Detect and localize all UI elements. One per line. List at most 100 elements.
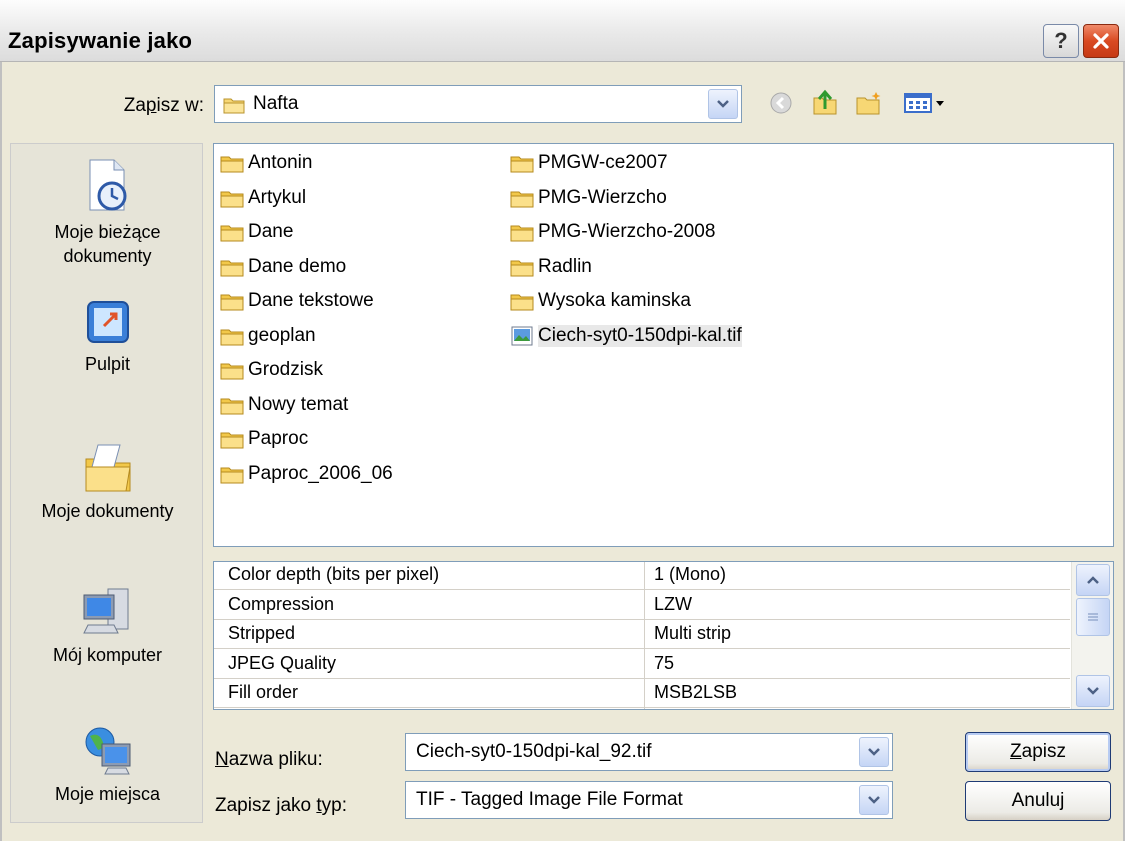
place-my-documents[interactable]: Moje dokumenty [11, 439, 204, 522]
desktop-icon [86, 301, 129, 343]
property-name: JPEG Quality [228, 652, 337, 673]
file-name-field[interactable]: Ciech-syt0-150dpi-kal_92.tif [405, 733, 893, 771]
chevron-down-icon [1087, 687, 1099, 695]
property-value: 75 [654, 652, 675, 673]
folder-icon [510, 294, 534, 311]
view-menu-button[interactable] [900, 86, 952, 120]
folder-item[interactable]: Artykul [220, 183, 306, 213]
folder-item[interactable]: Antonin [220, 148, 312, 178]
file-type-dropdown-arrow[interactable] [859, 785, 889, 815]
close-icon [1093, 33, 1109, 49]
folder-icon [220, 363, 244, 380]
up-folder-button[interactable] [808, 86, 842, 120]
folder-item[interactable]: Radlin [510, 252, 592, 282]
file-list[interactable]: Antonin Artykul Dane Dane demo Dane tekstowe… [213, 143, 1114, 547]
up-folder-icon [813, 89, 837, 115]
folder-icon [220, 398, 244, 414]
close-button[interactable] [1083, 24, 1119, 58]
my-documents-icon [85, 444, 131, 492]
properties-table: Color depth (bits per pixel) 1 (Mono) Comp… [213, 561, 1114, 710]
folder-icon [220, 260, 244, 276]
property-row: Stripped Multi strip [214, 621, 1070, 649]
back-button[interactable] [764, 86, 798, 120]
property-name: Stripped [228, 623, 296, 643]
scroll-down-button[interactable] [1076, 675, 1110, 707]
new-folder-button[interactable] [852, 86, 886, 120]
help-icon: ? [1054, 28, 1068, 53]
file-name-value: Ciech-syt0-150dpi-kal_92.tif [416, 741, 652, 762]
folder-item[interactable]: Paproc_2006_06 [220, 459, 393, 489]
help-button[interactable]: ? [1043, 24, 1079, 58]
property-value: LZW [654, 593, 692, 614]
property-value: MSB2LSB [654, 682, 738, 702]
folder-icon [220, 467, 244, 483]
folder-item[interactable]: PMGW-ce2007 [510, 148, 668, 178]
folder-item[interactable]: PMG-Wierzcho-2008 [510, 217, 715, 247]
folder-item[interactable]: Wysoka kaminska [510, 286, 691, 316]
item-name: PMG-Wierzcho-2008 [538, 221, 716, 242]
save-in-value: Nafta [253, 93, 299, 114]
folder-item[interactable]: Grodzisk [220, 355, 323, 385]
folder-icon [510, 191, 534, 207]
folder-icon [510, 156, 534, 173]
item-name: geoplan [248, 324, 316, 346]
new-folder-icon [856, 92, 881, 115]
grip-icon [1088, 613, 1098, 621]
item-name: Nowy temat [248, 393, 349, 415]
place-network[interactable]: Moje miejsca [11, 724, 204, 805]
item-name: Wysoka kaminska [538, 290, 691, 311]
folder-icon [220, 432, 244, 449]
folder-item[interactable]: Dane tekstowe [220, 286, 374, 316]
scroll-thumb[interactable] [1076, 598, 1110, 636]
chevron-down-icon [717, 100, 729, 108]
file-name-label: Nazwa pliku: [215, 749, 323, 770]
item-name: Dane [248, 221, 294, 242]
place-label: Pulpit [84, 354, 131, 374]
property-row: Fill order MSB2LSB [214, 680, 1070, 708]
property-value: 1 (Mono) [654, 564, 727, 584]
property-value: Multi strip [654, 623, 732, 643]
scroll-up-button[interactable] [1076, 564, 1110, 596]
item-name: PMGW-ce2007 [538, 152, 668, 173]
place-desktop[interactable]: Pulpit [11, 296, 204, 375]
place-recent-documents[interactable]: Moje bieżące dokumenty [11, 156, 204, 268]
my-computer-icon [82, 588, 128, 634]
folder-item[interactable]: Dane [220, 217, 293, 247]
folder-item[interactable]: Paproc [220, 424, 308, 454]
back-arrow-icon [770, 92, 792, 114]
file-type-label: Zapisz jako typ: [215, 795, 348, 816]
folder-icon [220, 329, 244, 345]
save-in-label: Zapisz w: [123, 95, 204, 116]
folder-icon [220, 156, 244, 173]
folder-item[interactable]: PMG-Wierzcho [510, 183, 667, 213]
folder-icon [220, 191, 244, 207]
folder-item[interactable]: geoplan [220, 321, 316, 351]
cancel-button[interactable]: Anuluj [965, 781, 1111, 821]
item-name: Paproc_2006_06 [248, 462, 393, 484]
image-file-icon [511, 326, 533, 345]
recent-documents-icon [89, 159, 126, 211]
folder-icon [220, 294, 244, 311]
view-menu-icon [904, 93, 944, 113]
item-name: Dane tekstowe [248, 290, 374, 311]
property-name: Compression [228, 593, 335, 614]
place-label: Moje dokumenty [41, 501, 174, 521]
places-bar: Moje bieżące dokumenty Pulpit Moje dokum… [10, 143, 203, 823]
folder-icon [510, 260, 534, 276]
file-type-dropdown[interactable]: TIF - Tagged Image File Format [405, 781, 893, 819]
properties-scrollbar[interactable] [1071, 562, 1113, 709]
save-button[interactable]: Zapisz [965, 732, 1111, 772]
save-in-dropdown[interactable]: Nafta [214, 85, 742, 123]
save-in-dropdown-arrow[interactable] [708, 89, 738, 119]
file-item[interactable]: Ciech-syt0-150dpi-kal.tif [510, 321, 742, 351]
item-name: Ciech-syt0-150dpi-kal.tif [538, 324, 742, 347]
property-row: Color depth (bits per pixel) 1 (Mono) [214, 562, 1070, 590]
item-name: Antonin [248, 152, 313, 173]
file-name-dropdown-arrow[interactable] [859, 737, 889, 767]
network-places-icon [85, 727, 130, 775]
title-bar[interactable]: Zapisywanie jako ? [0, 0, 1125, 62]
folder-item[interactable]: Dane demo [220, 252, 346, 282]
window-title: Zapisywanie jako [8, 28, 193, 53]
place-my-computer[interactable]: Mój komputer [11, 585, 204, 666]
folder-item[interactable]: Nowy temat [220, 390, 348, 420]
